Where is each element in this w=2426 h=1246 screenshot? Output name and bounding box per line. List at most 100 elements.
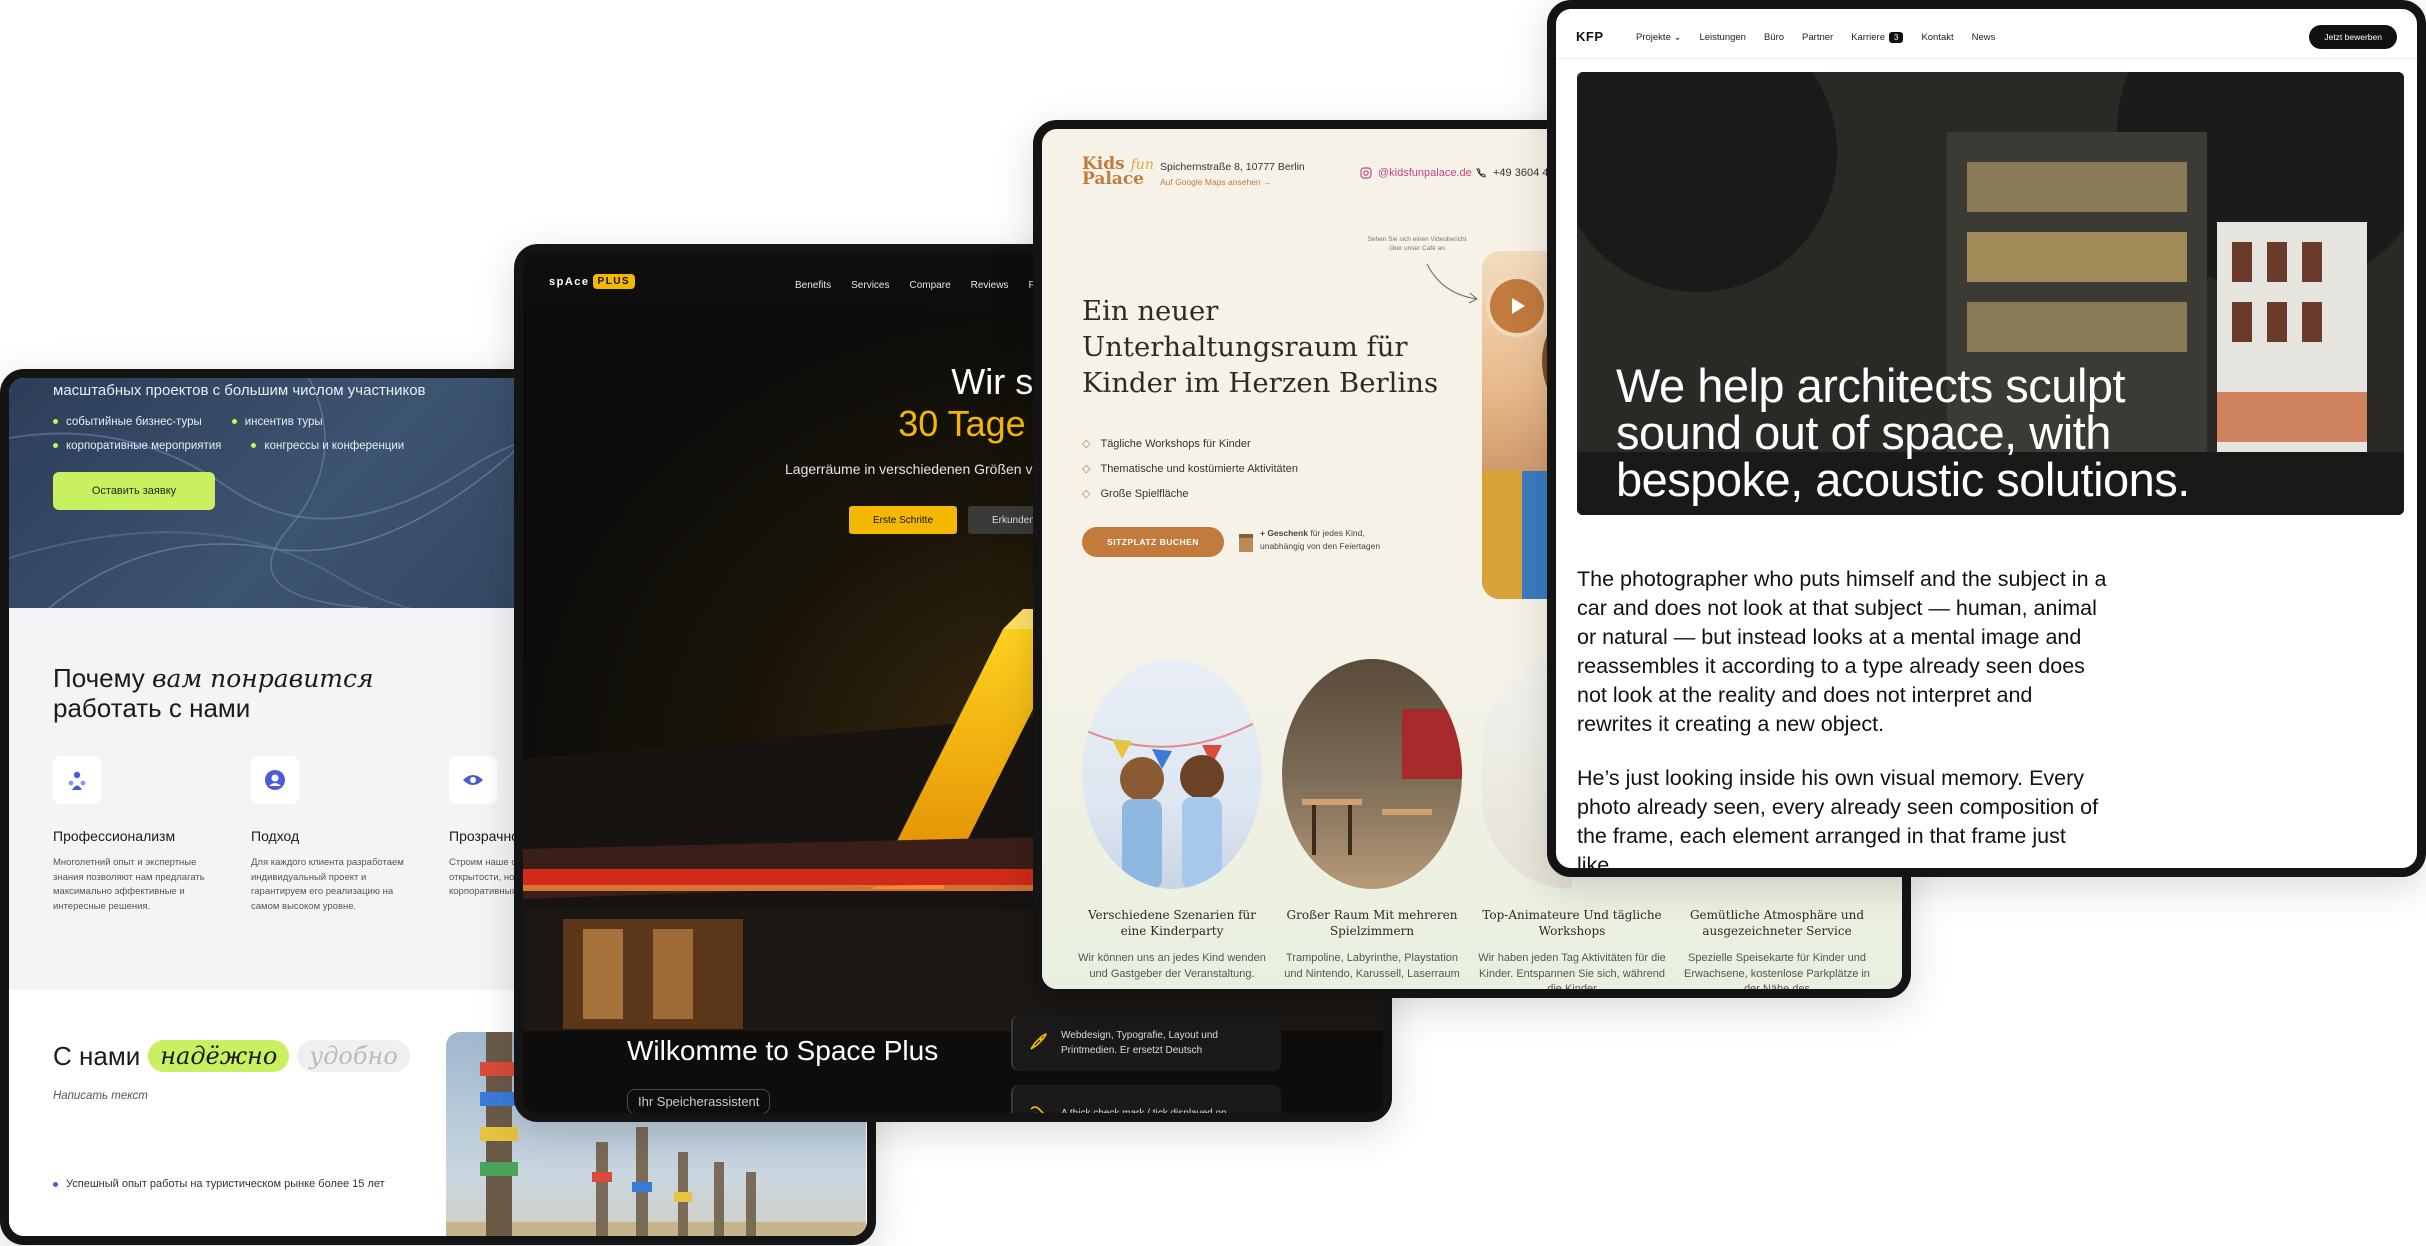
phone-icon	[1476, 168, 1486, 178]
nav-benefits[interactable]: Benefits	[795, 280, 831, 291]
offer-text: Trampoline, Labyrinthe, Playstation und …	[1284, 952, 1460, 980]
offer-title: Großer Raum Mit mehreren Spielzimmern	[1286, 908, 1458, 939]
offer-column: Großer Raum Mit mehreren Spielzimmern Tr…	[1277, 907, 1467, 982]
feature-item: Große Spielfläche	[1082, 487, 1298, 500]
room-photo	[1282, 659, 1462, 889]
maps-link-label: Auf Google Maps ansehen	[1160, 177, 1261, 187]
play-icon	[1512, 298, 1525, 314]
phone-link[interactable]: +49 3604 40	[1475, 167, 1554, 179]
offer-column: Verschiedene Szenarien für eine Kinderpa…	[1077, 907, 1267, 982]
nav-partners[interactable]: Partner	[1802, 32, 1833, 43]
gift-icon	[1239, 534, 1253, 552]
feature-card: Профессионализм Многолетний опыт и экспе…	[53, 756, 218, 915]
title-italic: вам понравится	[151, 664, 374, 693]
service-card[interactable]: Webdesign, Typografie, Layout und Printm…	[1011, 1015, 1281, 1071]
gift-text: unabhängig von den Feiertagen	[1260, 540, 1381, 551]
body-paragraph: He’s just looking inside his own visual …	[1577, 766, 2099, 877]
top-nav: Benefits Services Compare Reviews F	[795, 280, 1035, 291]
apply-now-button[interactable]: Jetzt bewerben	[2309, 25, 2397, 49]
maps-link[interactable]: Auf Google Maps ansehen →	[1160, 177, 1272, 187]
arrow-right-icon: →	[1263, 177, 1272, 187]
tag-item: инсентив туры	[232, 416, 323, 428]
brand-logo[interactable]: KFP	[1576, 29, 1604, 44]
card-text: Printmedien. Er ersetzt Deutsch	[1061, 1045, 1203, 1056]
nav-news[interactable]: News	[1972, 32, 1996, 43]
instagram-icon	[1360, 167, 1372, 179]
book-seat-button[interactable]: SITZPLATZ BUCHEN	[1082, 527, 1224, 557]
brand-logo[interactable]: spAce PLUS	[549, 274, 636, 289]
brand-logo[interactable]: Kids fun Palace	[1082, 156, 1154, 190]
title-part: Почему	[53, 663, 145, 693]
body-paragraph: The photographer who puts himself and th…	[1577, 567, 2107, 737]
feature-list: Tägliche Workshops für Kinder Thematisch…	[1082, 437, 1298, 512]
rocket-icon	[1027, 1031, 1049, 1058]
logo-text: Palace	[1082, 169, 1144, 190]
gift-note: + Geschenk für jedes Kind, unabhängig vo…	[1260, 527, 1380, 553]
nav-reviews[interactable]: Reviews	[971, 280, 1009, 291]
logo-badge: PLUS	[592, 274, 636, 289]
girls-illustration	[1082, 718, 1262, 889]
get-started-button[interactable]: Erste Schritte	[849, 506, 957, 534]
tag-item: корпоративные мероприятия	[53, 440, 221, 452]
logo-text: spAce	[549, 275, 590, 288]
card-text: Webdesign, Typografie, Layout und	[1061, 1030, 1218, 1041]
advantages-title: С нами надёжно удобно	[53, 1040, 410, 1072]
video-note: Sehen Sie sich einen Videobericht über u…	[1367, 236, 1467, 253]
tag-row: корпоративные мероприятия конгрессы и ко…	[53, 440, 404, 452]
offer-text: Wir haben jeden Tag Aktivitäten für die …	[1478, 952, 1666, 996]
service-card[interactable]: A thick check mark / tick displayed on	[1011, 1085, 1281, 1119]
offer-title: Gemütliche Atmosphäre und ausgezeichnete…	[1689, 908, 1865, 939]
chevron-down-icon: ⌄	[1673, 32, 1682, 43]
highlight-pill: надёжно	[148, 1040, 290, 1072]
tag-item: событийные бизнес-туры	[53, 416, 202, 428]
feature-text: Многолетний опыт и экспертные знания поз…	[53, 857, 205, 913]
nav-careers[interactable]: Karriere 3	[1851, 32, 1904, 43]
tag-row: событийные бизнес-туры инсентив туры	[53, 416, 323, 428]
feature-card: Подход Для каждого клиента разработаем и…	[251, 756, 416, 915]
offer-title: Verschiedene Szenarien für eine Kinderpa…	[1087, 908, 1257, 939]
gift-text: für jedes Kind,	[1310, 528, 1365, 538]
feature-item: Thematische und kostümierte Aktivitäten	[1082, 462, 1297, 475]
nav-contact[interactable]: Kontakt	[1921, 32, 1953, 43]
phone-number: +49 3604 40	[1493, 167, 1555, 179]
offer-text: Spezielle Speisekarte für Kinder und Erw…	[1684, 952, 1870, 996]
offer-text: Wir können uns an jedes Kind wenden und …	[1078, 952, 1266, 980]
nav-office[interactable]: Büro	[1764, 32, 1784, 43]
nav-label: Projekte	[1636, 32, 1671, 43]
nav-services[interactable]: Leistungen	[1699, 32, 1745, 43]
hero-text: масштабных проектов с большим числом уча…	[53, 382, 426, 399]
instagram-link[interactable]: @kidsfunpalace.de	[1360, 167, 1472, 179]
nav-services[interactable]: Services	[851, 280, 889, 291]
careers-count-badge: 3	[1888, 32, 1904, 43]
kfp-frame: KFP Projekte ⌄ Leistungen Büro Partner K…	[1547, 0, 2426, 877]
feature-title: Профессионализм	[53, 828, 176, 844]
offer-title: Top-Animateure Und tägliche Workshops	[1482, 908, 1662, 939]
feature-item: Tägliche Workshops für Kinder	[1082, 437, 1298, 450]
nav-projects[interactable]: Projekte ⌄	[1636, 32, 1681, 43]
party-photo	[1082, 659, 1262, 889]
instagram-handle: @kidsfunpalace.de	[1378, 167, 1472, 179]
card-text: A thick check mark / tick displayed on	[1061, 1107, 1227, 1119]
eye-icon	[449, 756, 497, 804]
top-nav: KFP Projekte ⌄ Leistungen Büro Partner K…	[1556, 9, 2417, 59]
gift-bold: + Geschenk	[1260, 528, 1308, 538]
experience-item: Успешный опыт работы на туристическом ры…	[53, 1178, 385, 1190]
offer-column: Gemütliche Atmosphäre und ausgezeichnete…	[1682, 907, 1872, 996]
feature-text: Для каждого клиента разработаем индивиду…	[251, 857, 404, 913]
welcome-title: Wilkomme to Space Plus	[627, 1035, 939, 1066]
offer-column: Top-Animateure Und tägliche Workshops Wi…	[1477, 907, 1667, 996]
title-part: С нами	[53, 1040, 141, 1071]
request-button[interactable]: Оставить заявку	[53, 472, 215, 510]
hero-image: We help architects sculpt sound out of s…	[1577, 72, 2404, 515]
tag-item: конгрессы и конференции	[251, 440, 404, 452]
nav-compare[interactable]: Compare	[910, 280, 951, 291]
people-icon	[53, 756, 101, 804]
feature-title: Подход	[251, 828, 300, 844]
hero-title: We help architects sculpt sound out of s…	[1616, 359, 2190, 506]
assistant-tag: Ihr Speicherassistent	[627, 1089, 771, 1113]
hand-icon	[1027, 1101, 1049, 1113]
placeholder-text: Написать текст	[53, 1090, 148, 1102]
address: Spichernstraße 8, 10777 Berlin	[1160, 161, 1305, 173]
showcase-stage: масштабных проектов с большим числом уча…	[0, 0, 2426, 1246]
play-video-button[interactable]	[1486, 275, 1548, 337]
